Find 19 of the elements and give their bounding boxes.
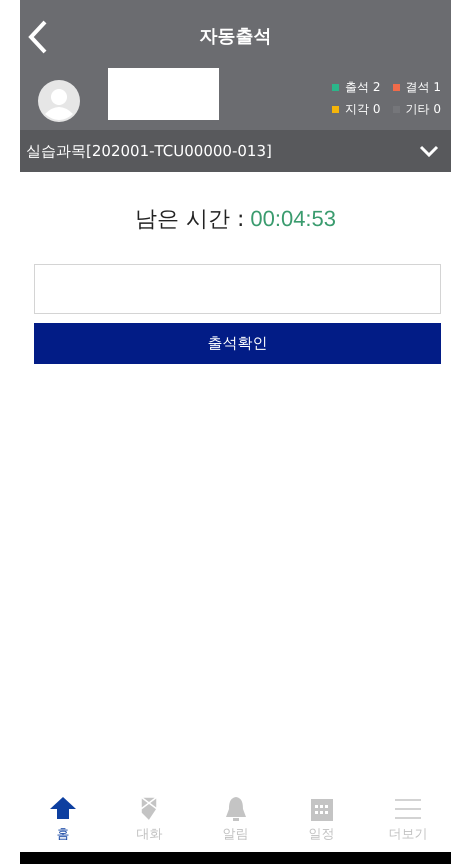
timer-value: 00:04:53: [250, 205, 336, 233]
timer-label: 남은 시간 :: [134, 206, 244, 234]
status-count: 출석 2: [345, 79, 381, 96]
status-count: 지각 0: [345, 101, 381, 118]
avatar-icon: [38, 80, 80, 122]
status-count: 결석 1: [406, 79, 441, 96]
confirm-attendance-button[interactable]: 출석확인: [34, 323, 441, 364]
status-count: 기타 0: [406, 101, 441, 118]
nav-tab[interactable]: 일정: [278, 794, 365, 844]
nav-tab[interactable]: 더보기: [364, 794, 451, 844]
code-input-field[interactable]: [34, 264, 441, 314]
chevron-down-icon: [419, 145, 439, 157]
course-selector[interactable]: 실습과목[202001-TCU00000-013]: [20, 130, 451, 172]
nav-tab[interactable]: 대화: [106, 794, 192, 844]
back-icon[interactable]: [28, 20, 48, 54]
course-name: 실습과목[202001-TCU00000-013]: [26, 140, 272, 162]
screen-title: 자동출석: [200, 24, 272, 48]
nav-tab[interactable]: 홈: [20, 794, 106, 844]
nav-tab[interactable]: 알림: [192, 794, 279, 844]
